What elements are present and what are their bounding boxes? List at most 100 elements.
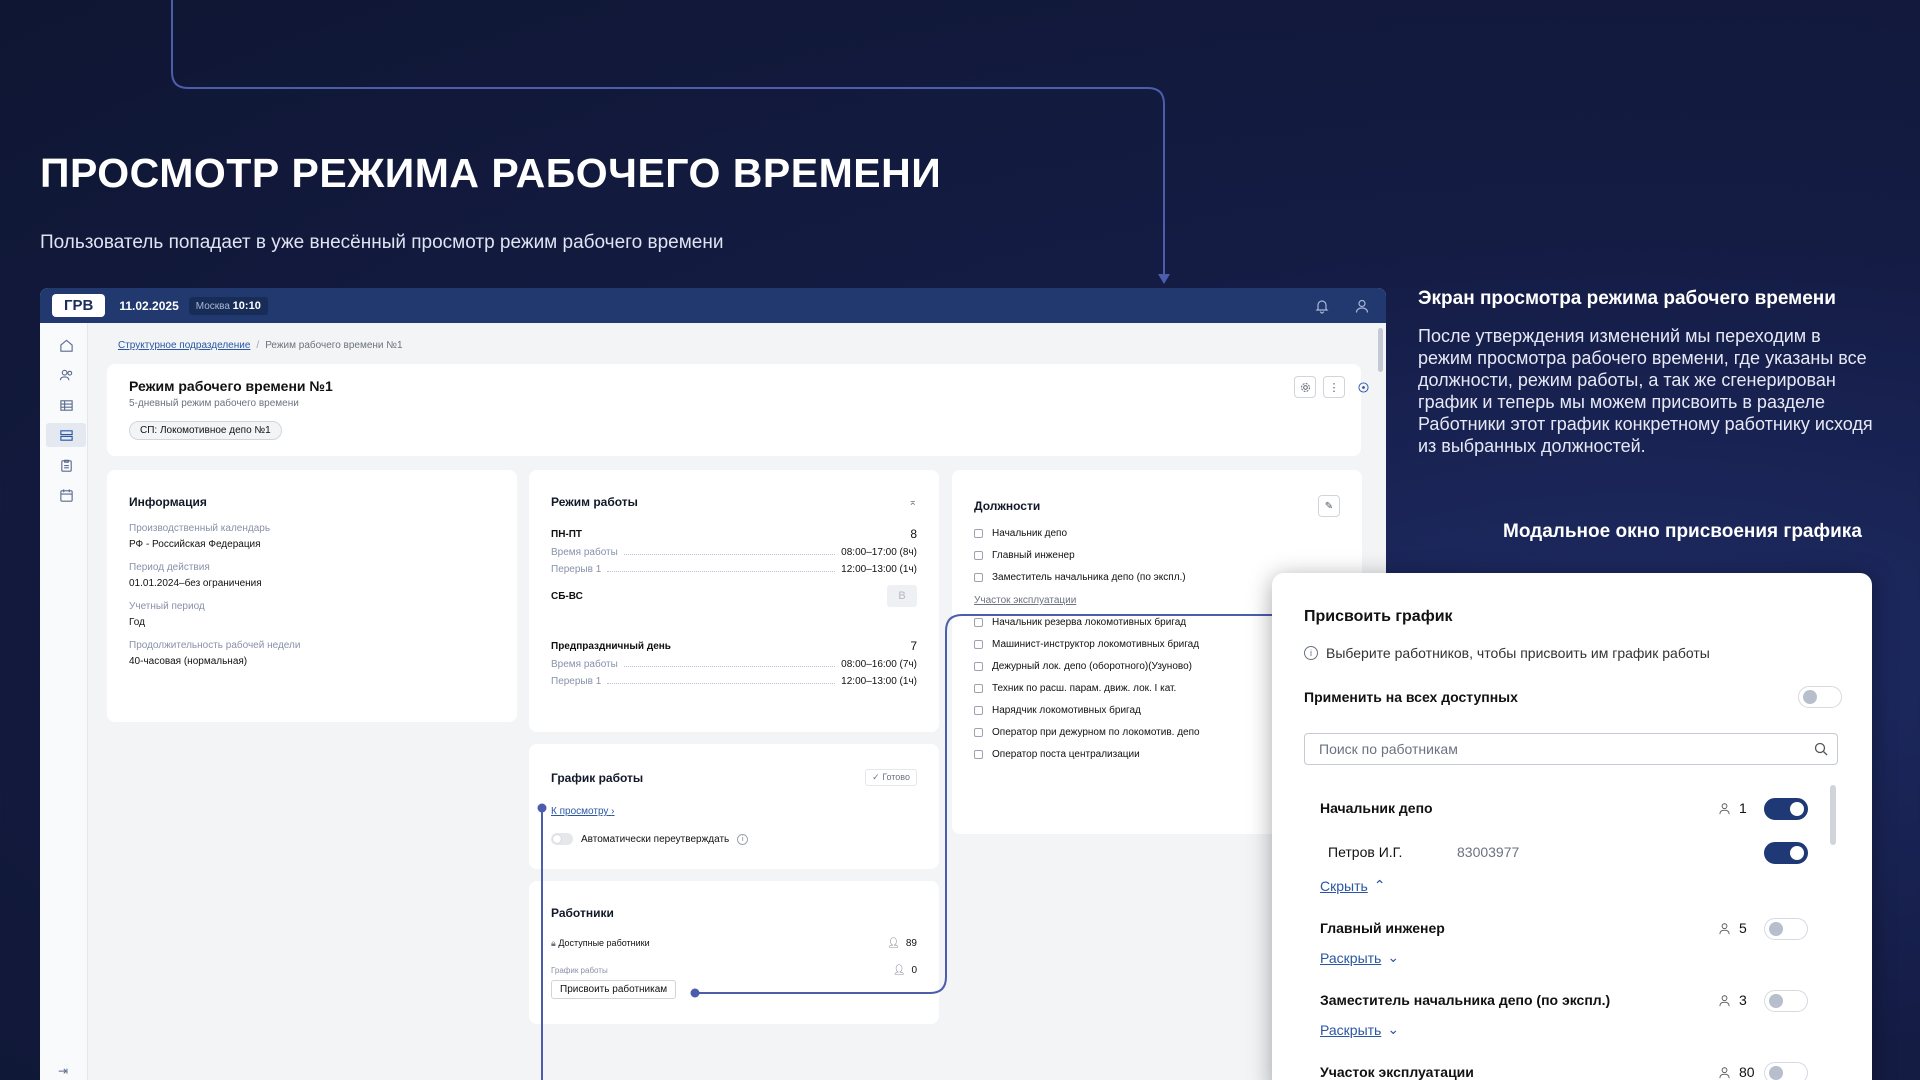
available-count: 89: [905, 938, 917, 949]
group-count: 1: [1718, 800, 1747, 816]
chevron-right-icon: ›: [611, 806, 615, 817]
position-icon: [974, 728, 983, 737]
group-toggle[interactable]: [1764, 990, 1808, 1012]
auto-reapprove-toggle[interactable]: [551, 833, 573, 845]
home-icon[interactable]: [46, 333, 86, 357]
timezone-badge: Москва 10:10: [188, 296, 268, 315]
group-title: Главный инженер: [1320, 920, 1445, 936]
modal-caption: Модальное окно присвоения графика: [1503, 521, 1862, 542]
weekday-time: 08:00–17:00 (8ч): [841, 547, 917, 558]
info-value: 01.01.2024–без ограничения: [129, 578, 262, 589]
position-icon: [974, 551, 983, 560]
group-toggle[interactable]: [1764, 918, 1808, 940]
annotation-description: После утверждения изменений мы переходим…: [1418, 326, 1873, 456]
assign-schedule-modal: Присвоить график i Выберите работников, ч…: [1272, 573, 1872, 1080]
weekend-badge: В: [887, 585, 917, 607]
collapse-sidebar-icon[interactable]: ⇥: [58, 1064, 68, 1078]
worker-toggle[interactable]: [1764, 842, 1808, 864]
app-logo[interactable]: ГРВ: [52, 294, 106, 317]
slide-subtitle: Пользователь попадает в уже внесённый пр…: [40, 232, 724, 253]
status-badge: ✓ Готово: [865, 769, 917, 786]
position-label: Нарядчик локомотивных бригад: [992, 705, 1141, 716]
available-workers: 🔒︎ Доступные работники: [551, 938, 650, 949]
collapse-icon[interactable]: ⌅: [909, 497, 917, 508]
search-placeholder: Поиск по работникам: [1319, 741, 1458, 757]
info-value: РФ - Российская Федерация: [129, 539, 261, 550]
calendar-icon[interactable]: [46, 483, 86, 507]
view-schedule-link[interactable]: К просмотру ›: [551, 806, 615, 817]
schedule-list-icon[interactable]: [46, 423, 86, 447]
edit-button[interactable]: ✎: [1318, 495, 1340, 517]
position-icon: [974, 684, 983, 693]
info-label: Продолжительность рабочей недели: [129, 640, 301, 651]
pencil-icon: ✎: [1324, 500, 1334, 512]
apply-all-toggle[interactable]: [1798, 686, 1842, 708]
table-icon[interactable]: [46, 393, 86, 417]
auto-reapprove-label: Автоматически переутверждать: [581, 833, 730, 845]
modal-title: Присвоить график: [1304, 608, 1453, 625]
position-label: Оператор при дежурном по локомотив. депо: [992, 727, 1200, 738]
timezone-label: Москва: [195, 300, 230, 312]
workers-card: Работники 🔒︎ Доступные работники 👤︎ 89 Гр…: [529, 881, 939, 1024]
break-label: Перерыв 1: [551, 564, 602, 575]
user-icon[interactable]: [1354, 298, 1370, 314]
break-label: Перерыв 1: [551, 676, 602, 687]
info-label: Учетный период: [129, 601, 205, 612]
weekday-break-row: Перерыв 1 12:00–13:00 (1ч): [551, 564, 917, 575]
hide-link[interactable]: Скрыть ⌃: [1320, 877, 1386, 894]
schedule-label: График работы: [551, 966, 608, 975]
person-icon: 👤︎: [892, 965, 906, 976]
clipboard-icon[interactable]: [46, 453, 86, 477]
schedule-card: График работы ✓ Готово К просмотру › Авт…: [529, 744, 939, 869]
more-button[interactable]: ⋮: [1323, 376, 1345, 398]
chevron-up-icon: ⌃: [1373, 877, 1386, 893]
position-label: Заместитель начальника депо (по экспл.): [992, 572, 1186, 583]
group-title: Участок эксплуатации: [1320, 1064, 1474, 1080]
position-item: Главный инженер: [974, 550, 1340, 561]
app-window: ГРВ 11.02.2025 Москва 10:10 ⇥ Структурно…: [40, 288, 1386, 1080]
info-icon[interactable]: i: [737, 833, 749, 845]
group-toggle[interactable]: [1764, 798, 1808, 820]
info-icon: i: [1304, 646, 1318, 660]
info-value: Год: [129, 617, 145, 628]
preholiday-break-row: Перерыв 1 12:00–13:00 (1ч): [551, 676, 917, 687]
weekday-break: 12:00–13:00 (1ч): [841, 564, 917, 575]
group-count: 80: [1718, 1064, 1755, 1080]
group-count-value: 3: [1739, 992, 1747, 1008]
preholiday-time-row: Время работы 08:00–16:00 (7ч): [551, 659, 917, 670]
person-icon: [1719, 922, 1730, 934]
help-icon: [1357, 381, 1369, 393]
settings-button[interactable]: [1294, 376, 1316, 398]
view-link-label: К просмотру: [551, 806, 609, 817]
person-icon: [1719, 802, 1730, 814]
help-button[interactable]: [1352, 376, 1374, 398]
list-scrollbar[interactable]: [1830, 785, 1836, 845]
users-icon[interactable]: [46, 363, 86, 387]
work-mode-title: Режим работы: [551, 495, 638, 509]
expand-link[interactable]: Раскрыть ⌄: [1320, 949, 1399, 966]
position-icon: [974, 750, 983, 759]
available-label: Доступные работники: [558, 938, 650, 948]
position-icon: [974, 618, 983, 627]
group-count-value: 80: [1739, 1064, 1755, 1080]
position-icon: [974, 573, 983, 582]
weekday-label: ПН-ПТ: [551, 528, 583, 540]
time-label: Время работы: [551, 547, 618, 558]
breadcrumb-parent[interactable]: Структурное подразделение: [118, 340, 250, 351]
page-subtitle: 5-дневный режим рабочего времени: [129, 398, 299, 409]
page-scrollbar[interactable]: [1378, 328, 1383, 372]
assign-workers-button[interactable]: Присвоить работникам: [551, 980, 677, 999]
group-count: 3: [1718, 992, 1747, 1008]
weekend-label: СБ-ВС: [551, 590, 583, 602]
current-date: 11.02.2025: [119, 298, 179, 313]
lock-icon: 🔒︎: [551, 938, 556, 948]
position-label: Машинист-инструктор локомотивных бригад: [992, 639, 1200, 650]
group-toggle[interactable]: [1764, 1062, 1808, 1080]
worker-search-input[interactable]: Поиск по работникам: [1304, 733, 1838, 765]
sidebar: ⇥: [40, 323, 88, 1080]
group-count-value: 1: [1739, 800, 1747, 816]
top-bar: ГРВ 11.02.2025 Москва 10:10: [40, 288, 1386, 323]
bell-icon[interactable]: [1314, 298, 1330, 314]
expand-link[interactable]: Раскрыть ⌄: [1320, 1021, 1399, 1038]
position-icon: [974, 640, 983, 649]
